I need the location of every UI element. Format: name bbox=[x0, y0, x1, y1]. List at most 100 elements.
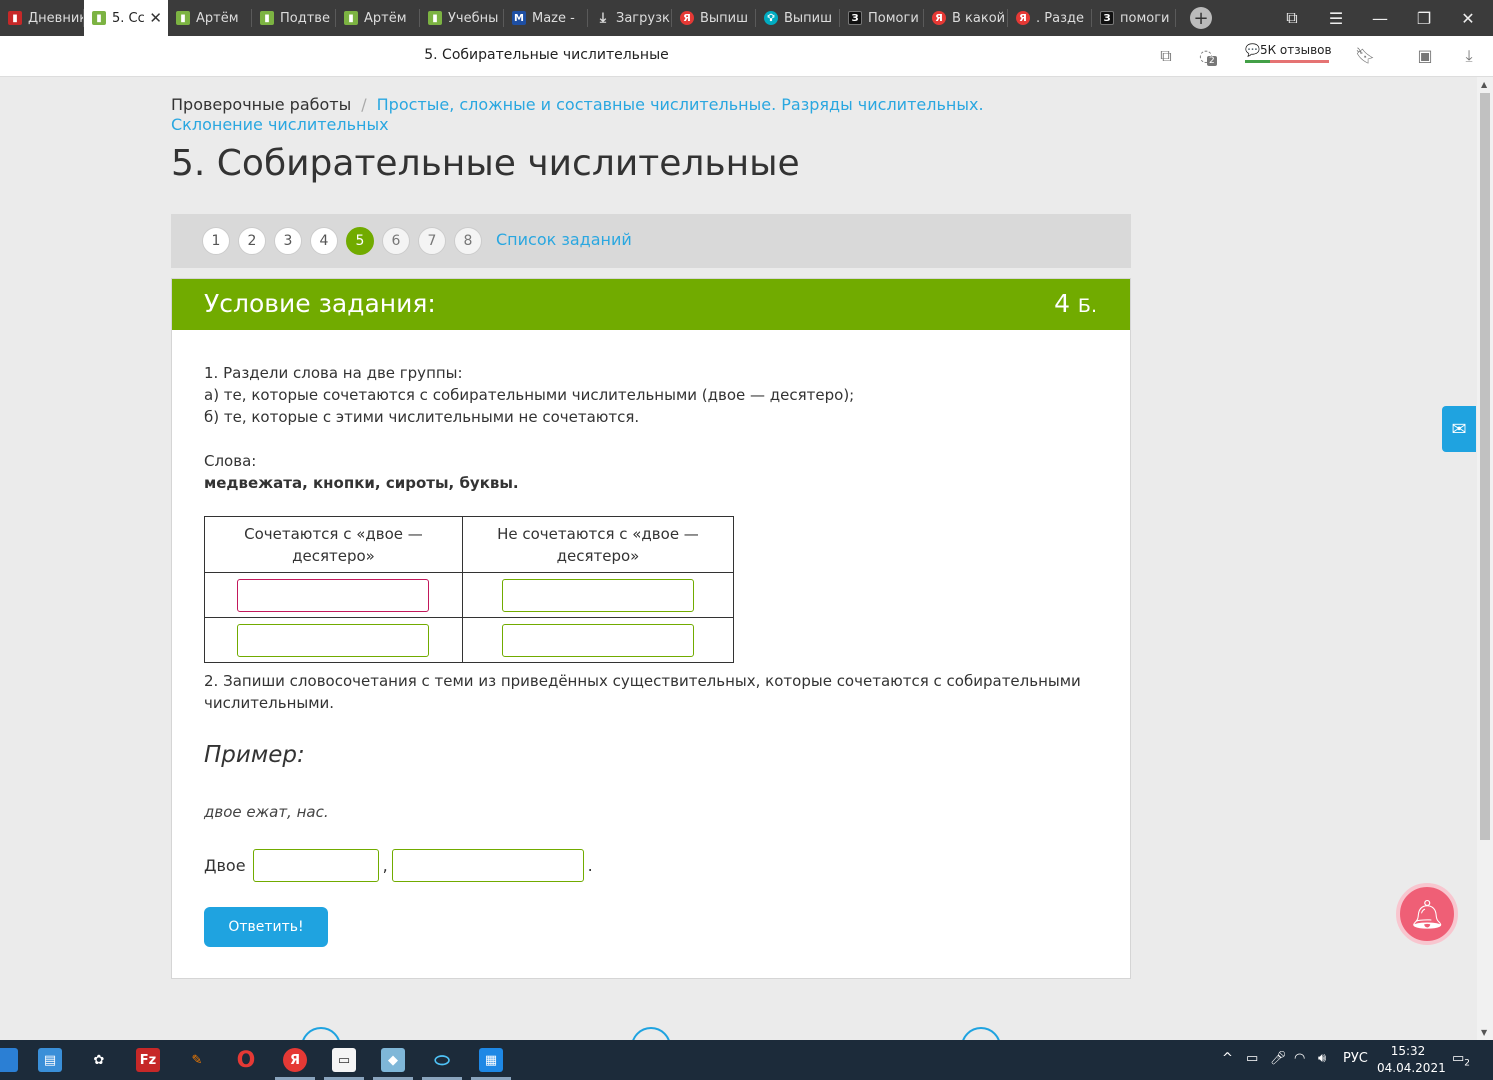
wifi-icon[interactable]: ◠ bbox=[1294, 1051, 1305, 1066]
close-tab-icon[interactable]: ✕ bbox=[149, 9, 162, 27]
nav-circle-left[interactable] bbox=[301, 1027, 341, 1040]
browser-tab-label: Артём bbox=[364, 10, 407, 26]
nav-circle-middle[interactable] bbox=[631, 1027, 671, 1040]
combinable-input-2[interactable] bbox=[237, 623, 430, 657]
yandex-browser-icon[interactable]: Я bbox=[283, 1048, 307, 1072]
task-page-3[interactable]: 3 bbox=[274, 227, 302, 255]
close-window-icon[interactable]: ✕ bbox=[1446, 0, 1490, 36]
answer-input-1[interactable] bbox=[252, 849, 379, 882]
scroll-up-icon[interactable]: ▲ bbox=[1481, 80, 1487, 89]
calculator-icon[interactable]: ▦ bbox=[479, 1048, 503, 1072]
task-page-2[interactable]: 2 bbox=[238, 227, 266, 255]
task-page-1[interactable]: 1 bbox=[202, 227, 230, 255]
browser-tab[interactable]: З Помоги bbox=[840, 0, 924, 36]
browser-tab[interactable]: ▮ Учебны bbox=[420, 0, 504, 36]
task-page-8[interactable]: 8 bbox=[454, 227, 482, 255]
breadcrumb-separator: / bbox=[361, 95, 367, 114]
document-icon[interactable]: ▭ bbox=[332, 1048, 356, 1072]
feedback-mail-icon[interactable]: ✉ bbox=[1442, 406, 1476, 452]
tray-chevron-icon[interactable]: ^ bbox=[1222, 1051, 1233, 1066]
task-page-6[interactable]: 6 bbox=[382, 227, 410, 255]
answer-input-2[interactable] bbox=[391, 849, 584, 882]
microphone-icon[interactable]: 🎤︎ bbox=[1270, 1051, 1287, 1066]
browser-tab[interactable]: Я В какой bbox=[924, 0, 1008, 36]
bookmark-icon[interactable]: 🔖︎ bbox=[1354, 46, 1376, 65]
page-content: Проверочные работы / Простые, сложные и со… bbox=[0, 77, 1477, 1040]
task-list-link[interactable]: Список заданий bbox=[496, 230, 632, 249]
browser-tab-label: Артём bbox=[196, 10, 239, 26]
browser-tab-label: Подтве bbox=[280, 10, 330, 26]
language-indicator[interactable]: РУС bbox=[1343, 1051, 1368, 1066]
browser-tab[interactable]: Я . Разде bbox=[1008, 0, 1092, 36]
table-cell bbox=[204, 572, 463, 618]
browser-tab[interactable]: ▮ Артём bbox=[168, 0, 252, 36]
filezilla-icon[interactable]: Fz bbox=[136, 1048, 160, 1072]
flower-app-icon[interactable]: ✿ bbox=[87, 1048, 111, 1072]
instruction-2: 2. Запиши словосочетания с теми из приве… bbox=[204, 672, 1081, 712]
new-tab-icon[interactable]: + bbox=[1190, 7, 1212, 29]
notification-bell-icon[interactable]: 🔔︎ bbox=[1396, 883, 1458, 945]
action-center-badge: 2 bbox=[1464, 1058, 1471, 1069]
protect-icon[interactable]: ◌ 2 bbox=[1195, 46, 1217, 66]
clock[interactable]: 15:32 04.04.2021 bbox=[1377, 1043, 1446, 1077]
browser-tab-label: Загрузк bbox=[616, 10, 670, 26]
task-page-4[interactable]: 4 bbox=[310, 227, 338, 255]
clock-time: 15:32 bbox=[1390, 1044, 1426, 1058]
browser-tab[interactable]: M Maze - bbox=[504, 0, 588, 36]
table-cell bbox=[461, 572, 735, 618]
breadcrumb-root[interactable]: Проверочные работы bbox=[171, 95, 351, 114]
browser-tab-label: Помоги bbox=[868, 10, 919, 26]
opera-icon[interactable]: O bbox=[234, 1048, 258, 1073]
action-center-icon[interactable]: ▭2 bbox=[1452, 1051, 1470, 1069]
download-icon[interactable]: ⤓ bbox=[1458, 46, 1480, 66]
browser-tab[interactable]: ▮ 5. Сс ✕ bbox=[84, 0, 168, 36]
hamburger-menu-icon[interactable]: ☰ bbox=[1314, 0, 1358, 36]
restore-window-icon[interactable]: ❐ bbox=[1402, 0, 1446, 36]
page-scrollbar[interactable]: ▲ ▼ bbox=[1477, 77, 1493, 1040]
reviews-button[interactable]: 💬5К отзывов bbox=[1245, 43, 1332, 63]
z-icon: З bbox=[1100, 11, 1114, 25]
not-combinable-input-1[interactable] bbox=[501, 578, 694, 612]
start-icon[interactable] bbox=[0, 1048, 18, 1072]
browser-tab[interactable]: Зпомоги bbox=[1092, 0, 1176, 36]
copy-icon[interactable]: ⧉ bbox=[1155, 46, 1177, 66]
nav-circle-right[interactable] bbox=[961, 1027, 1001, 1040]
combinable-input-1[interactable] bbox=[237, 578, 430, 612]
column-header-combinable: Сочетаются с «двое — десятеро» bbox=[204, 516, 463, 573]
volume-icon[interactable]: 🔊︎ bbox=[1318, 1051, 1326, 1066]
collections-icon[interactable]: ▣ bbox=[1414, 46, 1436, 65]
scroll-down-icon[interactable]: ▼ bbox=[1481, 1028, 1487, 1037]
paint-app-icon[interactable]: ✎ bbox=[185, 1048, 209, 1072]
tabs-menu-icon[interactable]: ⧉ bbox=[1270, 0, 1314, 36]
browser-tab[interactable]: ▮ Дневник bbox=[0, 0, 84, 36]
breadcrumb: Проверочные работы / Простые, сложные и со… bbox=[171, 95, 1071, 135]
table-cell bbox=[204, 617, 463, 663]
download-icon: ⤓ bbox=[599, 10, 607, 26]
task-card: Условие задания: 4 Б. 1. Раздели слова н… bbox=[171, 278, 1131, 979]
z-icon: З bbox=[848, 11, 862, 25]
page-title-in-address-bar[interactable]: 5. Собирательные числительные bbox=[0, 47, 1093, 63]
disk-app-icon[interactable]: ⬭ bbox=[430, 1048, 454, 1072]
meet-now-icon[interactable]: ▭ bbox=[1246, 1051, 1258, 1066]
browser-tab-label: Учебны bbox=[448, 10, 499, 26]
browser-tab[interactable]: ▮ Артём bbox=[336, 0, 420, 36]
browser-tab[interactable]: ▮ Подтве bbox=[252, 0, 336, 36]
browser-tab[interactable]: 💡︎ Выпиш bbox=[756, 0, 840, 36]
browser-tab[interactable]: Я Выпиш bbox=[672, 0, 756, 36]
browser-tab-label: 5. Сс bbox=[112, 10, 145, 26]
scrollbar-thumb[interactable] bbox=[1480, 93, 1490, 840]
task-page-5[interactable]: 5 bbox=[346, 227, 374, 255]
desktop-app-icon[interactable]: ▤ bbox=[38, 1048, 62, 1072]
yandex-icon: Я bbox=[1016, 11, 1030, 25]
clock-date: 04.04.2021 bbox=[1377, 1061, 1446, 1075]
browser-tab-label: Дневник bbox=[28, 10, 84, 26]
instruction-line-3: б) те, которые с этими числительными не … bbox=[204, 408, 640, 426]
not-combinable-input-2[interactable] bbox=[501, 623, 694, 657]
submit-answer-button[interactable]: Ответить! bbox=[204, 907, 328, 947]
browser-tab[interactable]: ⤓ Загрузк bbox=[588, 0, 672, 36]
notes-app-icon[interactable]: ◆ bbox=[381, 1048, 405, 1072]
bulb-icon: 💡︎ bbox=[764, 11, 778, 25]
task-page-7[interactable]: 7 bbox=[418, 227, 446, 255]
answer-period: . bbox=[587, 856, 593, 875]
minimize-window-icon[interactable]: — bbox=[1358, 0, 1402, 36]
